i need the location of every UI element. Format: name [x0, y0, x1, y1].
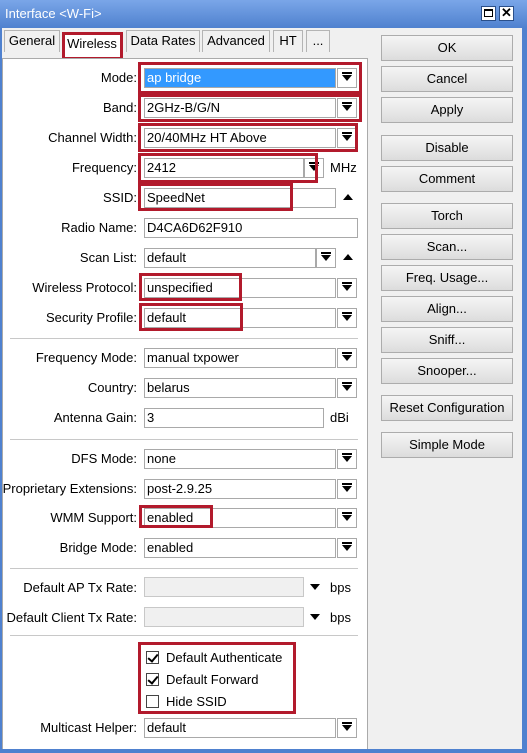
ssid-label: SSID:: [103, 190, 137, 205]
multicast-helper-label: Multicast Helper:: [40, 720, 137, 735]
frequency-mode-dropdown-icon[interactable]: [337, 348, 357, 368]
default-authenticate-checkbox[interactable]: [146, 651, 159, 664]
default-forward-label: Default Forward: [166, 672, 259, 687]
freq-usage-button[interactable]: Freq. Usage...: [381, 265, 513, 291]
cancel-button[interactable]: Cancel: [381, 66, 513, 92]
tab-advanced[interactable]: Advanced: [202, 30, 270, 52]
scan-button[interactable]: Scan...: [381, 234, 513, 260]
disable-button[interactable]: Disable: [381, 135, 513, 161]
torch-button[interactable]: Torch: [381, 203, 513, 229]
hide-ssid-label: Hide SSID: [166, 694, 227, 709]
frequency-select[interactable]: 2412: [144, 158, 304, 178]
proprietary-extensions-select[interactable]: post-2.9.25: [144, 479, 336, 499]
default-forward-checkbox[interactable]: [146, 673, 159, 686]
country-label: Country:: [87, 380, 137, 395]
apply-button[interactable]: Apply: [381, 97, 513, 123]
window-border-right: [522, 28, 527, 753]
antenna-gain-unit: dBi: [330, 410, 349, 425]
security-profile-select[interactable]: default: [144, 308, 336, 328]
separator: [10, 635, 358, 637]
default-client-tx-rate-input[interactable]: [144, 607, 304, 627]
default-ap-tx-rate-label: Default AP Tx Rate:: [23, 580, 137, 595]
dfs-mode-select[interactable]: none: [144, 449, 336, 469]
align-button[interactable]: Align...: [381, 296, 513, 322]
dfs-mode-dropdown-icon[interactable]: [337, 449, 357, 469]
wmm-support-label: WMM Support:: [50, 510, 137, 525]
hide-ssid-checkbox[interactable]: [146, 695, 159, 708]
snooper-button[interactable]: Snooper...: [381, 358, 513, 384]
comment-button[interactable]: Comment: [381, 166, 513, 192]
scan-list-dropdown-icon[interactable]: [316, 248, 336, 268]
mode-label: Mode:: [100, 70, 137, 85]
window-border-bottom: [0, 749, 527, 753]
dialog-body: General Wireless Data Rates Advanced HT …: [0, 28, 527, 753]
frequency-mode-select[interactable]: manual txpower: [144, 348, 336, 368]
default-ap-tx-rate-input[interactable]: [144, 577, 304, 597]
mode-dropdown-icon[interactable]: [337, 68, 357, 88]
tab-wireless[interactable]: Wireless: [62, 33, 122, 59]
frequency-dropdown-icon[interactable]: [304, 158, 324, 178]
ok-button[interactable]: OK: [381, 35, 513, 61]
radio-name-label: Radio Name:: [61, 220, 137, 235]
radio-name-input[interactable]: D4CA6D62F910: [144, 218, 358, 238]
default-client-tx-rate-dropdown-icon[interactable]: [310, 614, 320, 620]
proprietary-extensions-label: Proprietary Extensions:: [2, 481, 137, 496]
sniff-button[interactable]: Sniff...: [381, 327, 513, 353]
close-icon[interactable]: ✕: [499, 6, 514, 21]
dfs-mode-label: DFS Mode:: [71, 451, 137, 466]
band-dropdown-icon[interactable]: [337, 98, 357, 118]
ssid-collapse-icon[interactable]: [343, 194, 353, 200]
multicast-helper-dropdown-icon[interactable]: [337, 718, 357, 738]
separator: [10, 439, 358, 441]
country-dropdown-icon[interactable]: [337, 378, 357, 398]
tab-ht[interactable]: HT: [273, 30, 303, 52]
scan-list-select[interactable]: default: [144, 248, 316, 268]
reset-configuration-button[interactable]: Reset Configuration: [381, 395, 513, 421]
tab-more[interactable]: ...: [306, 30, 330, 52]
wmm-support-dropdown-icon[interactable]: [337, 508, 357, 528]
frequency-unit: MHz: [330, 160, 357, 175]
country-select[interactable]: belarus: [144, 378, 336, 398]
channel-width-dropdown-icon[interactable]: [337, 128, 357, 148]
scan-list-label: Scan List:: [79, 250, 137, 265]
bridge-mode-label: Bridge Mode:: [59, 540, 137, 555]
simple-mode-button[interactable]: Simple Mode: [381, 432, 513, 458]
antenna-gain-label: Antenna Gain:: [53, 410, 137, 425]
band-select[interactable]: 2GHz-B/G/N: [144, 98, 336, 118]
default-ap-tx-rate-unit: bps: [330, 580, 351, 595]
bridge-mode-dropdown-icon[interactable]: [337, 538, 357, 558]
ssid-input[interactable]: SpeedNet: [144, 188, 336, 208]
mode-select[interactable]: ap bridge: [144, 68, 336, 88]
channel-width-select[interactable]: 20/40MHz HT Above: [144, 128, 336, 148]
maximize-icon[interactable]: [481, 6, 496, 21]
default-client-tx-rate-label: Default Client Tx Rate:: [6, 610, 137, 625]
default-authenticate-label: Default Authenticate: [166, 650, 283, 665]
default-ap-tx-rate-dropdown-icon[interactable]: [310, 584, 320, 590]
channel-width-label: Channel Width:: [48, 130, 137, 145]
multicast-helper-select[interactable]: default: [144, 718, 336, 738]
separator: [10, 338, 358, 340]
security-profile-dropdown-icon[interactable]: [337, 308, 357, 328]
frequency-mode-label: Frequency Mode:: [35, 350, 137, 365]
bridge-mode-select[interactable]: enabled: [144, 538, 336, 558]
default-client-tx-rate-unit: bps: [330, 610, 351, 625]
separator: [10, 568, 358, 570]
wireless-protocol-label: Wireless Protocol:: [32, 280, 137, 295]
frequency-label: Frequency:: [71, 160, 137, 175]
wireless-protocol-select[interactable]: unspecified: [144, 278, 336, 298]
window-titlebar: Interface <W-Fi> ✕: [0, 0, 527, 28]
window-border-left: [0, 28, 2, 753]
antenna-gain-input[interactable]: 3: [144, 408, 324, 428]
tab-general[interactable]: General: [4, 30, 60, 52]
proprietary-extensions-dropdown-icon[interactable]: [337, 479, 357, 499]
wireless-protocol-dropdown-icon[interactable]: [337, 278, 357, 298]
wmm-support-select[interactable]: enabled: [144, 508, 336, 528]
window-title: Interface <W-Fi>: [5, 6, 102, 21]
tab-data-rates[interactable]: Data Rates: [126, 30, 200, 52]
security-profile-label: Security Profile:: [45, 310, 137, 325]
scan-list-collapse-icon[interactable]: [343, 254, 353, 260]
band-label: Band:: [103, 100, 137, 115]
